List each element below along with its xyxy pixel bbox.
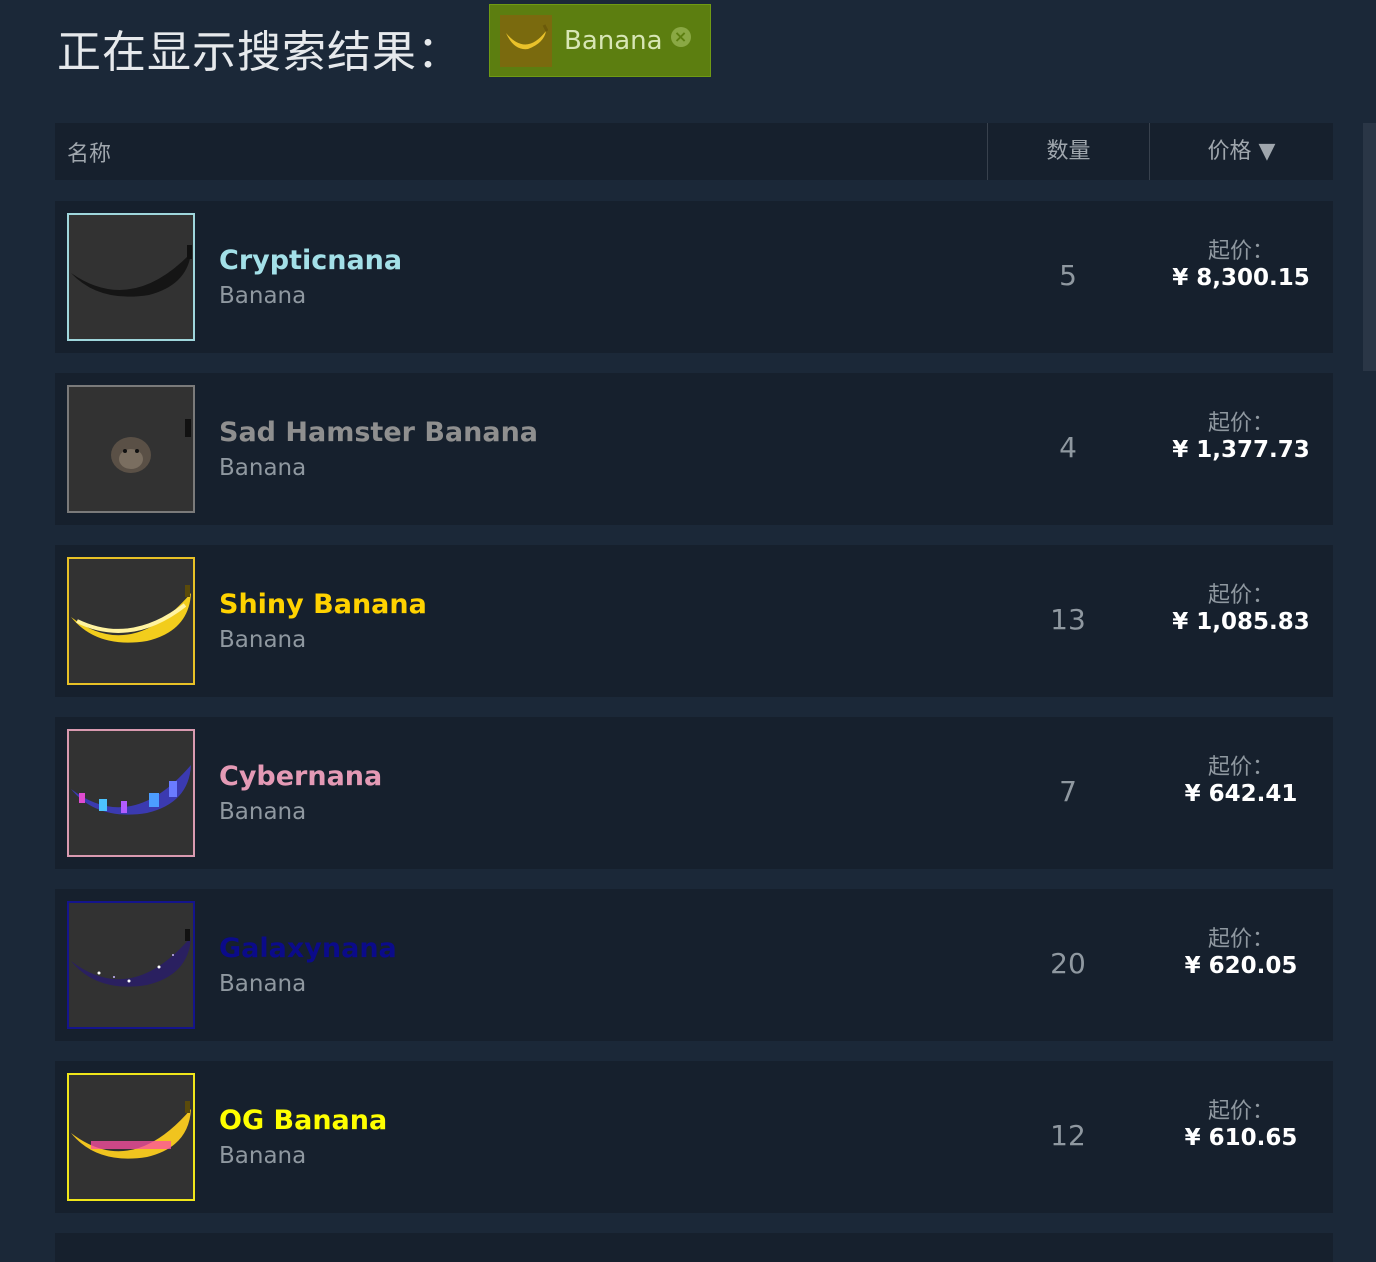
item-name[interactable]: Crypticnana bbox=[219, 245, 402, 276]
close-icon[interactable]: × bbox=[670, 26, 691, 47]
price-label: 起价： bbox=[1207, 411, 1274, 436]
item-name[interactable]: OG Banana bbox=[219, 1105, 387, 1136]
filter-tag-label: Banana bbox=[564, 25, 663, 56]
item-game: Banana bbox=[219, 799, 307, 825]
item-quantity: 5 bbox=[1059, 259, 1077, 292]
item-price: ¥ 620.05 bbox=[1184, 953, 1298, 979]
item-price: ¥ 1,085.83 bbox=[1172, 609, 1310, 635]
item-image bbox=[67, 1073, 195, 1201]
item-quantity: 13 bbox=[1050, 603, 1086, 636]
table-row[interactable]: OG Banana Banana 12 起价： ¥ 610.65 bbox=[55, 1061, 1333, 1213]
item-price: ¥ 1,377.73 bbox=[1172, 437, 1310, 463]
item-name[interactable]: Galaxynana bbox=[219, 933, 397, 964]
item-quantity: 20 bbox=[1050, 947, 1086, 980]
results-list: Crypticnana Banana 5 起价： ¥ 8,300.15 Sad … bbox=[55, 201, 1333, 1233]
search-results-heading: 正在显示搜索结果： bbox=[57, 27, 462, 78]
table-row[interactable]: Crypticnana Banana 5 起价： ¥ 8,300.15 bbox=[55, 201, 1333, 353]
item-game: Banana bbox=[219, 971, 307, 997]
price-label: 起价： bbox=[1207, 927, 1274, 952]
table-row[interactable]: Shiny Banana Banana 13 起价： ¥ 1,085.83 bbox=[55, 545, 1333, 697]
scrollbar[interactable] bbox=[1363, 123, 1376, 371]
table-row[interactable]: Sad Hamster Banana Banana 4 起价： ¥ 1,377.… bbox=[55, 373, 1333, 525]
item-name[interactable]: Shiny Banana bbox=[219, 589, 427, 620]
item-price: ¥ 610.65 bbox=[1184, 1125, 1298, 1151]
item-name[interactable]: Cybernana bbox=[219, 761, 382, 792]
table-row[interactable]: Galaxynana Banana 20 起价： ¥ 620.05 bbox=[55, 889, 1333, 1041]
column-header-name[interactable]: 名称 bbox=[55, 136, 987, 168]
item-game: Banana bbox=[219, 627, 307, 653]
item-image bbox=[67, 557, 195, 685]
item-image bbox=[67, 213, 195, 341]
item-price: ¥ 642.41 bbox=[1184, 781, 1298, 807]
price-label: 起价： bbox=[1207, 239, 1274, 264]
item-image bbox=[67, 385, 195, 513]
table-row[interactable]: Cybernana Banana 7 起价： ¥ 642.41 bbox=[55, 717, 1333, 869]
item-game: Banana bbox=[219, 1143, 307, 1169]
item-image bbox=[67, 729, 195, 857]
item-price: ¥ 8,300.15 bbox=[1172, 265, 1310, 291]
item-name[interactable]: Sad Hamster Banana bbox=[219, 417, 538, 448]
banana-thumbnail-icon bbox=[500, 14, 552, 67]
item-game: Banana bbox=[219, 455, 307, 481]
item-image bbox=[67, 901, 195, 1029]
column-header-quantity[interactable]: 数量 bbox=[987, 123, 1149, 180]
item-quantity: 7 bbox=[1059, 775, 1077, 808]
price-label: 起价： bbox=[1207, 583, 1274, 608]
filter-tag-banana[interactable]: Banana × bbox=[489, 4, 711, 77]
item-quantity: 12 bbox=[1050, 1119, 1086, 1152]
price-label: 起价： bbox=[1207, 755, 1274, 780]
market-page: 正在显示搜索结果： Banana × 名称 数量 价格 ▼ Crypticnan… bbox=[0, 0, 1376, 1262]
column-header-price[interactable]: 价格 ▼ bbox=[1149, 123, 1333, 180]
price-label: 起价： bbox=[1207, 1099, 1274, 1124]
item-quantity: 4 bbox=[1059, 431, 1077, 464]
item-game: Banana bbox=[219, 283, 307, 309]
table-header: 名称 数量 价格 ▼ bbox=[55, 123, 1333, 180]
table-row[interactable] bbox=[55, 1233, 1333, 1262]
